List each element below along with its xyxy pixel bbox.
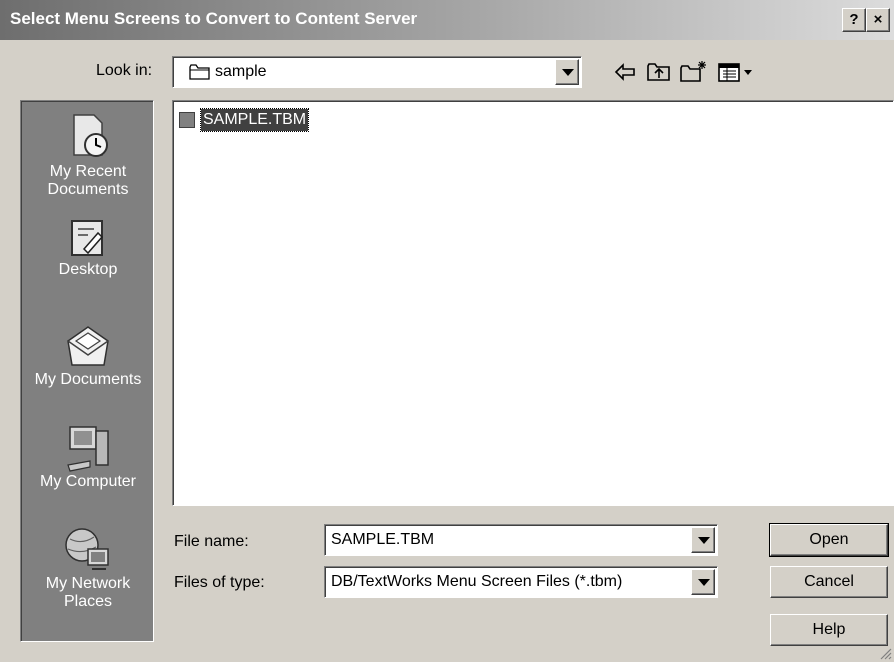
filename-label: File name: — [174, 533, 249, 550]
network-places-icon — [65, 528, 109, 570]
place-label-documents: My Documents — [34, 371, 142, 388]
up-folder-icon[interactable] — [644, 58, 674, 86]
lookin-dropdown-button[interactable] — [555, 59, 579, 85]
place-label-desktop: Desktop — [58, 261, 118, 278]
place-network[interactable]: My Network Places — [21, 523, 155, 611]
cancel-button[interactable]: Cancel — [770, 566, 888, 598]
back-arrow-icon[interactable] — [610, 58, 640, 86]
filename-value: SAMPLE.TBM — [331, 531, 435, 548]
lookin-combo[interactable]: sample — [172, 56, 582, 88]
chevron-down-icon — [698, 537, 710, 544]
desktop-icon — [71, 220, 104, 256]
folder-icon — [189, 64, 210, 80]
chevron-down-icon — [698, 579, 710, 586]
place-label-computer: My Computer — [39, 473, 137, 490]
place-recent-documents[interactable]: My Recent Documents — [21, 109, 155, 199]
place-desktop[interactable]: Desktop — [21, 219, 155, 279]
my-documents-icon — [67, 326, 109, 366]
place-label-recent: My Recent Documents — [47, 163, 129, 198]
recent-documents-icon — [73, 114, 108, 157]
lookin-label: Look in: — [96, 62, 152, 80]
chevron-down-icon — [562, 69, 574, 76]
help-title-button[interactable]: ? — [842, 8, 866, 32]
place-label-network: My Network Places — [45, 575, 131, 610]
file-list[interactable]: SAMPLE.TBM — [172, 100, 894, 506]
title-bar[interactable]: Select Menu Screens to Convert to Conten… — [0, 0, 894, 40]
my-computer-icon — [67, 426, 109, 472]
filetype-dropdown-button[interactable] — [691, 569, 715, 595]
filetype-value: DB/TextWorks Menu Screen Files (*.tbm) — [331, 573, 623, 590]
lookin-label-text: Look in: — [96, 62, 153, 79]
new-folder-icon[interactable] — [678, 58, 708, 86]
lookin-value: sample — [215, 63, 267, 80]
filename-dropdown-button[interactable] — [691, 527, 715, 553]
view-menu-icon[interactable] — [716, 58, 758, 86]
open-button[interactable]: Open — [769, 523, 889, 557]
file-icon — [179, 112, 195, 128]
window-title: Select Menu Screens to Convert to Conten… — [10, 9, 418, 28]
filetype-select[interactable]: DB/TextWorks Menu Screen Files (*.tbm) — [324, 566, 718, 598]
help-button[interactable]: Help — [770, 614, 888, 646]
place-my-documents[interactable]: My Documents — [21, 319, 155, 389]
filetype-label: Files of type: — [174, 574, 265, 591]
resize-grip-icon[interactable] — [878, 646, 892, 660]
close-button[interactable]: × — [866, 8, 890, 32]
place-my-computer[interactable]: My Computer — [21, 421, 155, 491]
file-name: SAMPLE.TBM — [199, 108, 310, 132]
filename-field[interactable]: SAMPLE.TBM — [324, 524, 718, 556]
places-bar: My Recent Documents Desktop My Documents… — [20, 100, 154, 642]
